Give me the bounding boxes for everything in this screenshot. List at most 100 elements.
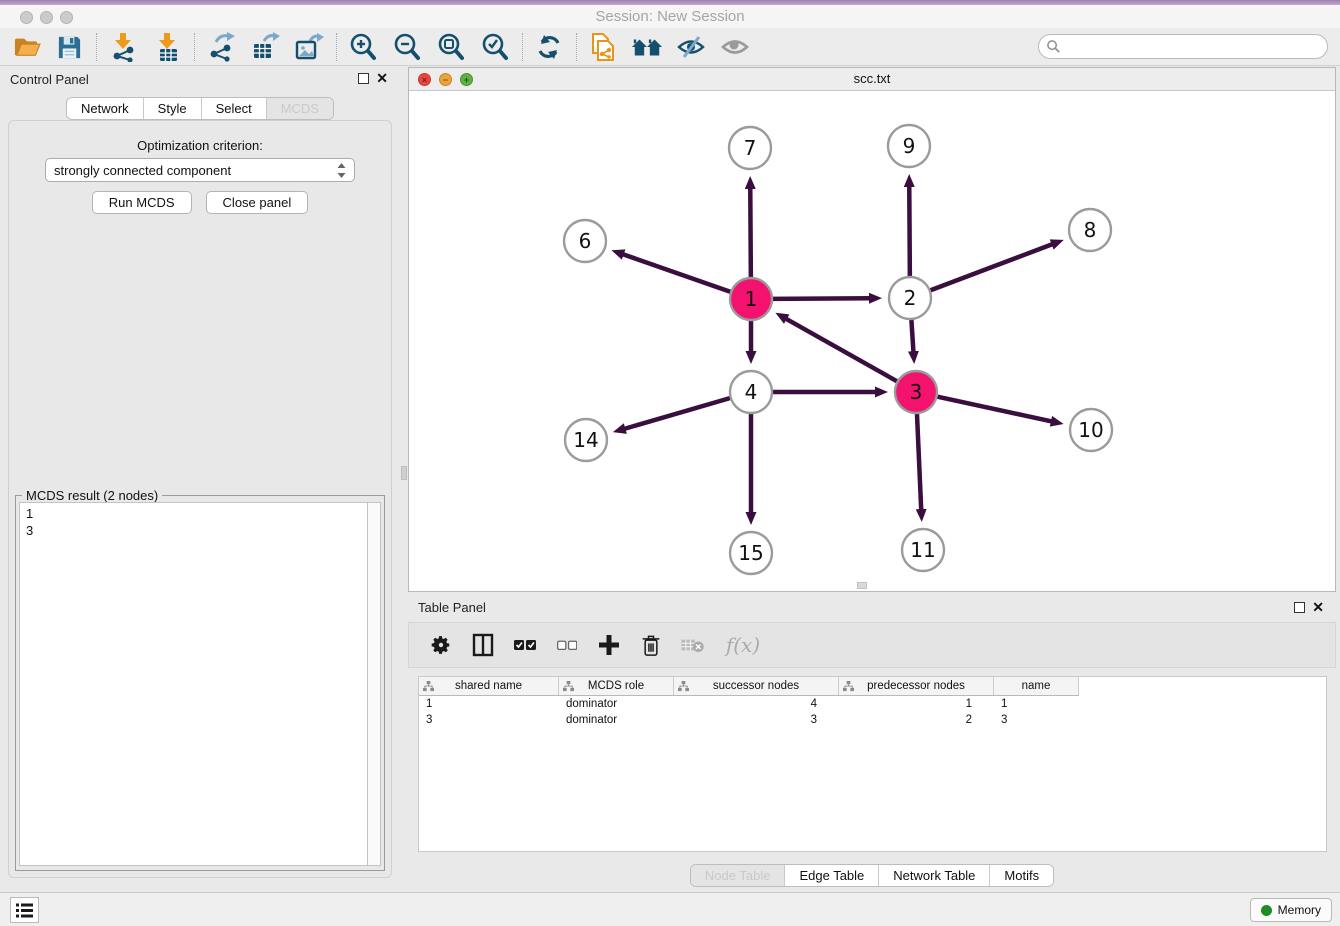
zoom-out-button[interactable]	[388, 31, 426, 63]
table-cell: 1	[994, 698, 1079, 710]
graph-edge-2-8[interactable]	[931, 244, 1054, 290]
graph-edge-4-14[interactable]	[623, 398, 729, 429]
tab-node-table[interactable]: Node Table	[691, 865, 786, 886]
close-panel-button[interactable]: Close panel	[206, 191, 309, 214]
graph-node-9[interactable]: 9	[888, 125, 930, 167]
graph-node-4[interactable]: 4	[730, 371, 772, 413]
export-image-button[interactable]	[290, 31, 328, 63]
graph-node-14[interactable]: 14	[565, 419, 607, 461]
optimization-criterion-label: Optimization criterion:	[9, 138, 391, 153]
graph-edge-1-6[interactable]	[622, 254, 730, 292]
show-view-button[interactable]	[716, 31, 754, 63]
graph-node-3[interactable]: 3	[895, 371, 937, 413]
home-button[interactable]	[628, 31, 666, 63]
mcds-result-text[interactable]: 1 3	[19, 502, 367, 866]
graph-edge-3-1[interactable]	[785, 318, 897, 381]
float-panel-button[interactable]	[358, 73, 369, 84]
task-history-button[interactable]	[10, 897, 39, 923]
column-header-successor-nodes[interactable]: successor nodes	[674, 677, 839, 695]
show-columns-button[interactable]	[469, 630, 497, 660]
panel-splitter[interactable]	[400, 66, 408, 892]
deselect-all-button[interactable]	[553, 630, 581, 660]
tab-network-table[interactable]: Network Table	[879, 865, 990, 886]
delete-column-button[interactable]	[637, 630, 665, 660]
graph-node-8[interactable]: 8	[1069, 209, 1111, 251]
graph-node-7[interactable]: 7	[729, 127, 771, 169]
close-panel-icon-button[interactable]: ✕	[376, 71, 388, 86]
graph-edge-1-7[interactable]	[750, 187, 751, 277]
hide-view-button[interactable]	[672, 31, 710, 63]
splitter-grip[interactable]	[401, 466, 407, 480]
search-input[interactable]	[1061, 39, 1327, 54]
add-column-button[interactable]	[595, 630, 623, 660]
table-settings-button[interactable]	[427, 630, 455, 660]
graph-node-2[interactable]: 2	[889, 277, 931, 319]
result-scrollbar[interactable]	[367, 502, 381, 866]
table-cell: dominator	[559, 698, 674, 710]
graph-node-label: 6	[579, 229, 592, 253]
table-cell: 4	[674, 698, 839, 710]
table-row[interactable]: 1dominator411	[419, 696, 1326, 712]
fx-icon: f(x)	[726, 633, 760, 657]
graph-edge-2-3[interactable]	[911, 320, 913, 353]
memory-status-icon	[1261, 905, 1272, 916]
close-table-panel-button[interactable]: ✕	[1312, 600, 1324, 615]
run-mcds-button[interactable]: Run MCDS	[92, 191, 192, 214]
tab-motifs[interactable]: Motifs	[990, 865, 1053, 886]
refresh-layout-button[interactable]	[530, 31, 568, 63]
column-header-shared-name[interactable]: shared name	[419, 677, 559, 695]
zoom-in-button[interactable]	[344, 31, 382, 63]
zoom-out-icon	[392, 32, 422, 62]
graph-node-1[interactable]: 1	[730, 278, 772, 320]
control-panel-title: Control Panel	[10, 72, 89, 87]
canvas-scroll-handle[interactable]	[857, 582, 867, 589]
tab-style[interactable]: Style	[144, 98, 202, 119]
graph-node-label: 8	[1084, 218, 1097, 242]
column-header-mcds-role[interactable]: MCDS role	[559, 677, 674, 695]
tab-edge-table[interactable]: Edge Table	[785, 865, 879, 886]
network-canvas[interactable]: 7 9 6 8 1 2 4 3 14 10 15 11	[409, 91, 1335, 591]
criterion-dropdown[interactable]: strongly connected component	[45, 158, 355, 182]
export-network-button[interactable]	[202, 31, 240, 63]
table-tabgroup: Node TableEdge TableNetwork TableMotifs	[690, 864, 1054, 887]
graph-node-15[interactable]: 15	[730, 532, 772, 574]
column-header-name[interactable]: name	[994, 677, 1079, 695]
tab-select[interactable]: Select	[202, 98, 267, 119]
import-network-button[interactable]	[104, 31, 142, 63]
graph-node-11[interactable]: 11	[902, 529, 944, 571]
zoom-selected-icon	[480, 32, 510, 62]
function-builder-button[interactable]: f(x)	[721, 630, 765, 660]
float-table-panel-button[interactable]	[1294, 602, 1305, 613]
table-row[interactable]: 3dominator323	[419, 712, 1326, 728]
graph-edge-1-2[interactable]	[773, 298, 871, 299]
table-panel-tabs: Node TableEdge TableNetwork TableMotifs	[408, 864, 1336, 887]
eye-icon	[720, 34, 750, 60]
column-header-predecessor-nodes[interactable]: predecessor nodes	[839, 677, 994, 695]
graph-node-6[interactable]: 6	[564, 220, 606, 262]
select-all-button[interactable]	[511, 630, 539, 660]
memory-button[interactable]: Memory	[1250, 898, 1332, 922]
graph-edge-3-11[interactable]	[917, 414, 921, 511]
tab-network[interactable]: Network	[67, 98, 144, 119]
plus-icon	[599, 635, 619, 655]
chevron-up-down-icon	[337, 163, 346, 178]
export-table-button[interactable]	[246, 31, 284, 63]
table-toolbar: f(x)	[408, 622, 1336, 668]
graph-edge-2-9[interactable]	[909, 185, 910, 276]
open-session-button[interactable]	[8, 31, 46, 63]
delete-table-button[interactable]	[679, 630, 707, 660]
import-table-button[interactable]	[148, 31, 186, 63]
table-panel: Table Panel ✕	[408, 596, 1336, 890]
zoom-selected-button[interactable]	[476, 31, 514, 63]
save-session-button[interactable]	[50, 31, 88, 63]
clone-network-button[interactable]	[584, 31, 622, 63]
tab-mcds[interactable]: MCDS	[267, 98, 333, 119]
mcds-result-group: MCDS result (2 nodes) 1 3	[15, 495, 385, 871]
columns-icon	[472, 633, 494, 657]
toolbar-search	[1038, 34, 1328, 59]
graph-node-10[interactable]: 10	[1070, 409, 1112, 451]
zoom-fit-button[interactable]	[432, 31, 470, 63]
graph-edge-3-10[interactable]	[937, 397, 1052, 422]
control-panel-tabs: NetworkStyleSelectMCDS	[0, 97, 400, 120]
toolbar-separator	[336, 33, 337, 61]
